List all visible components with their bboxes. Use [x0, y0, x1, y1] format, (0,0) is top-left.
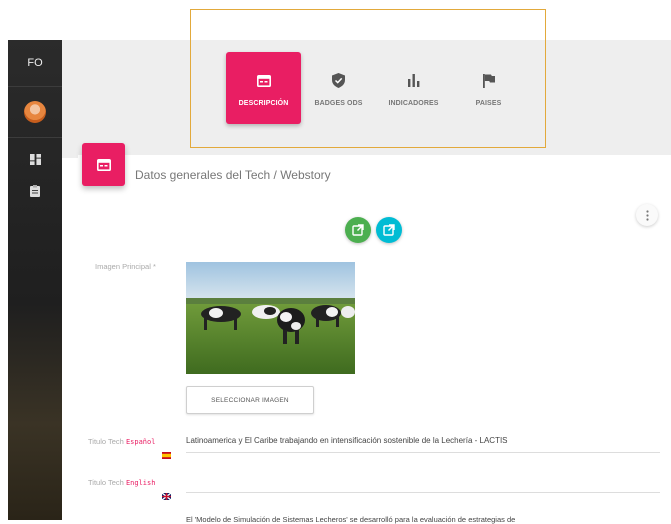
clipboard-icon: [30, 185, 40, 197]
uk-flag-icon: [162, 493, 171, 500]
title-es-input[interactable]: Latinoamerica y El Caribe trabajando en …: [186, 436, 508, 445]
more-vert-icon: [645, 209, 649, 221]
more-options-button[interactable]: [636, 204, 658, 226]
web-window-icon: [96, 158, 111, 171]
open-in-new-icon: [383, 224, 395, 236]
title-es-underline: [186, 452, 660, 453]
focus-highlight-box: [190, 9, 546, 148]
title-en-prefix: Titulo Tech: [88, 478, 124, 487]
open-external-button[interactable]: [345, 217, 371, 243]
title-es-lang: Español: [125, 438, 156, 446]
title-en-label: Titulo Tech English: [88, 478, 155, 487]
spain-flag-icon: [162, 452, 171, 459]
open-preview-button[interactable]: [376, 217, 402, 243]
main-image-preview: [186, 262, 355, 374]
sidebar: FO: [8, 40, 62, 520]
title-en-underline: [186, 492, 660, 493]
avatar[interactable]: [24, 101, 46, 123]
avatar-container: [8, 87, 62, 138]
sidebar-item-clipboard[interactable]: [8, 180, 62, 202]
title-en-lang: English: [125, 479, 156, 487]
open-in-new-icon: [352, 224, 364, 236]
sidebar-item-dashboard[interactable]: [8, 148, 62, 170]
cows-photo: [186, 262, 355, 374]
image-field-label: Imagen Principal *: [95, 262, 156, 271]
card-title: Datos generales del Tech / Webstory: [135, 168, 331, 182]
title-es-prefix: Titulo Tech: [88, 437, 124, 446]
general-data-card: [78, 155, 671, 520]
select-image-button[interactable]: SELECCIONAR IMAGEN: [186, 386, 314, 414]
user-initials[interactable]: FO: [8, 40, 62, 87]
title-es-label: Titulo Tech Español: [88, 437, 155, 446]
dashboard-icon: [29, 153, 41, 165]
card-header-icon: [82, 143, 125, 186]
